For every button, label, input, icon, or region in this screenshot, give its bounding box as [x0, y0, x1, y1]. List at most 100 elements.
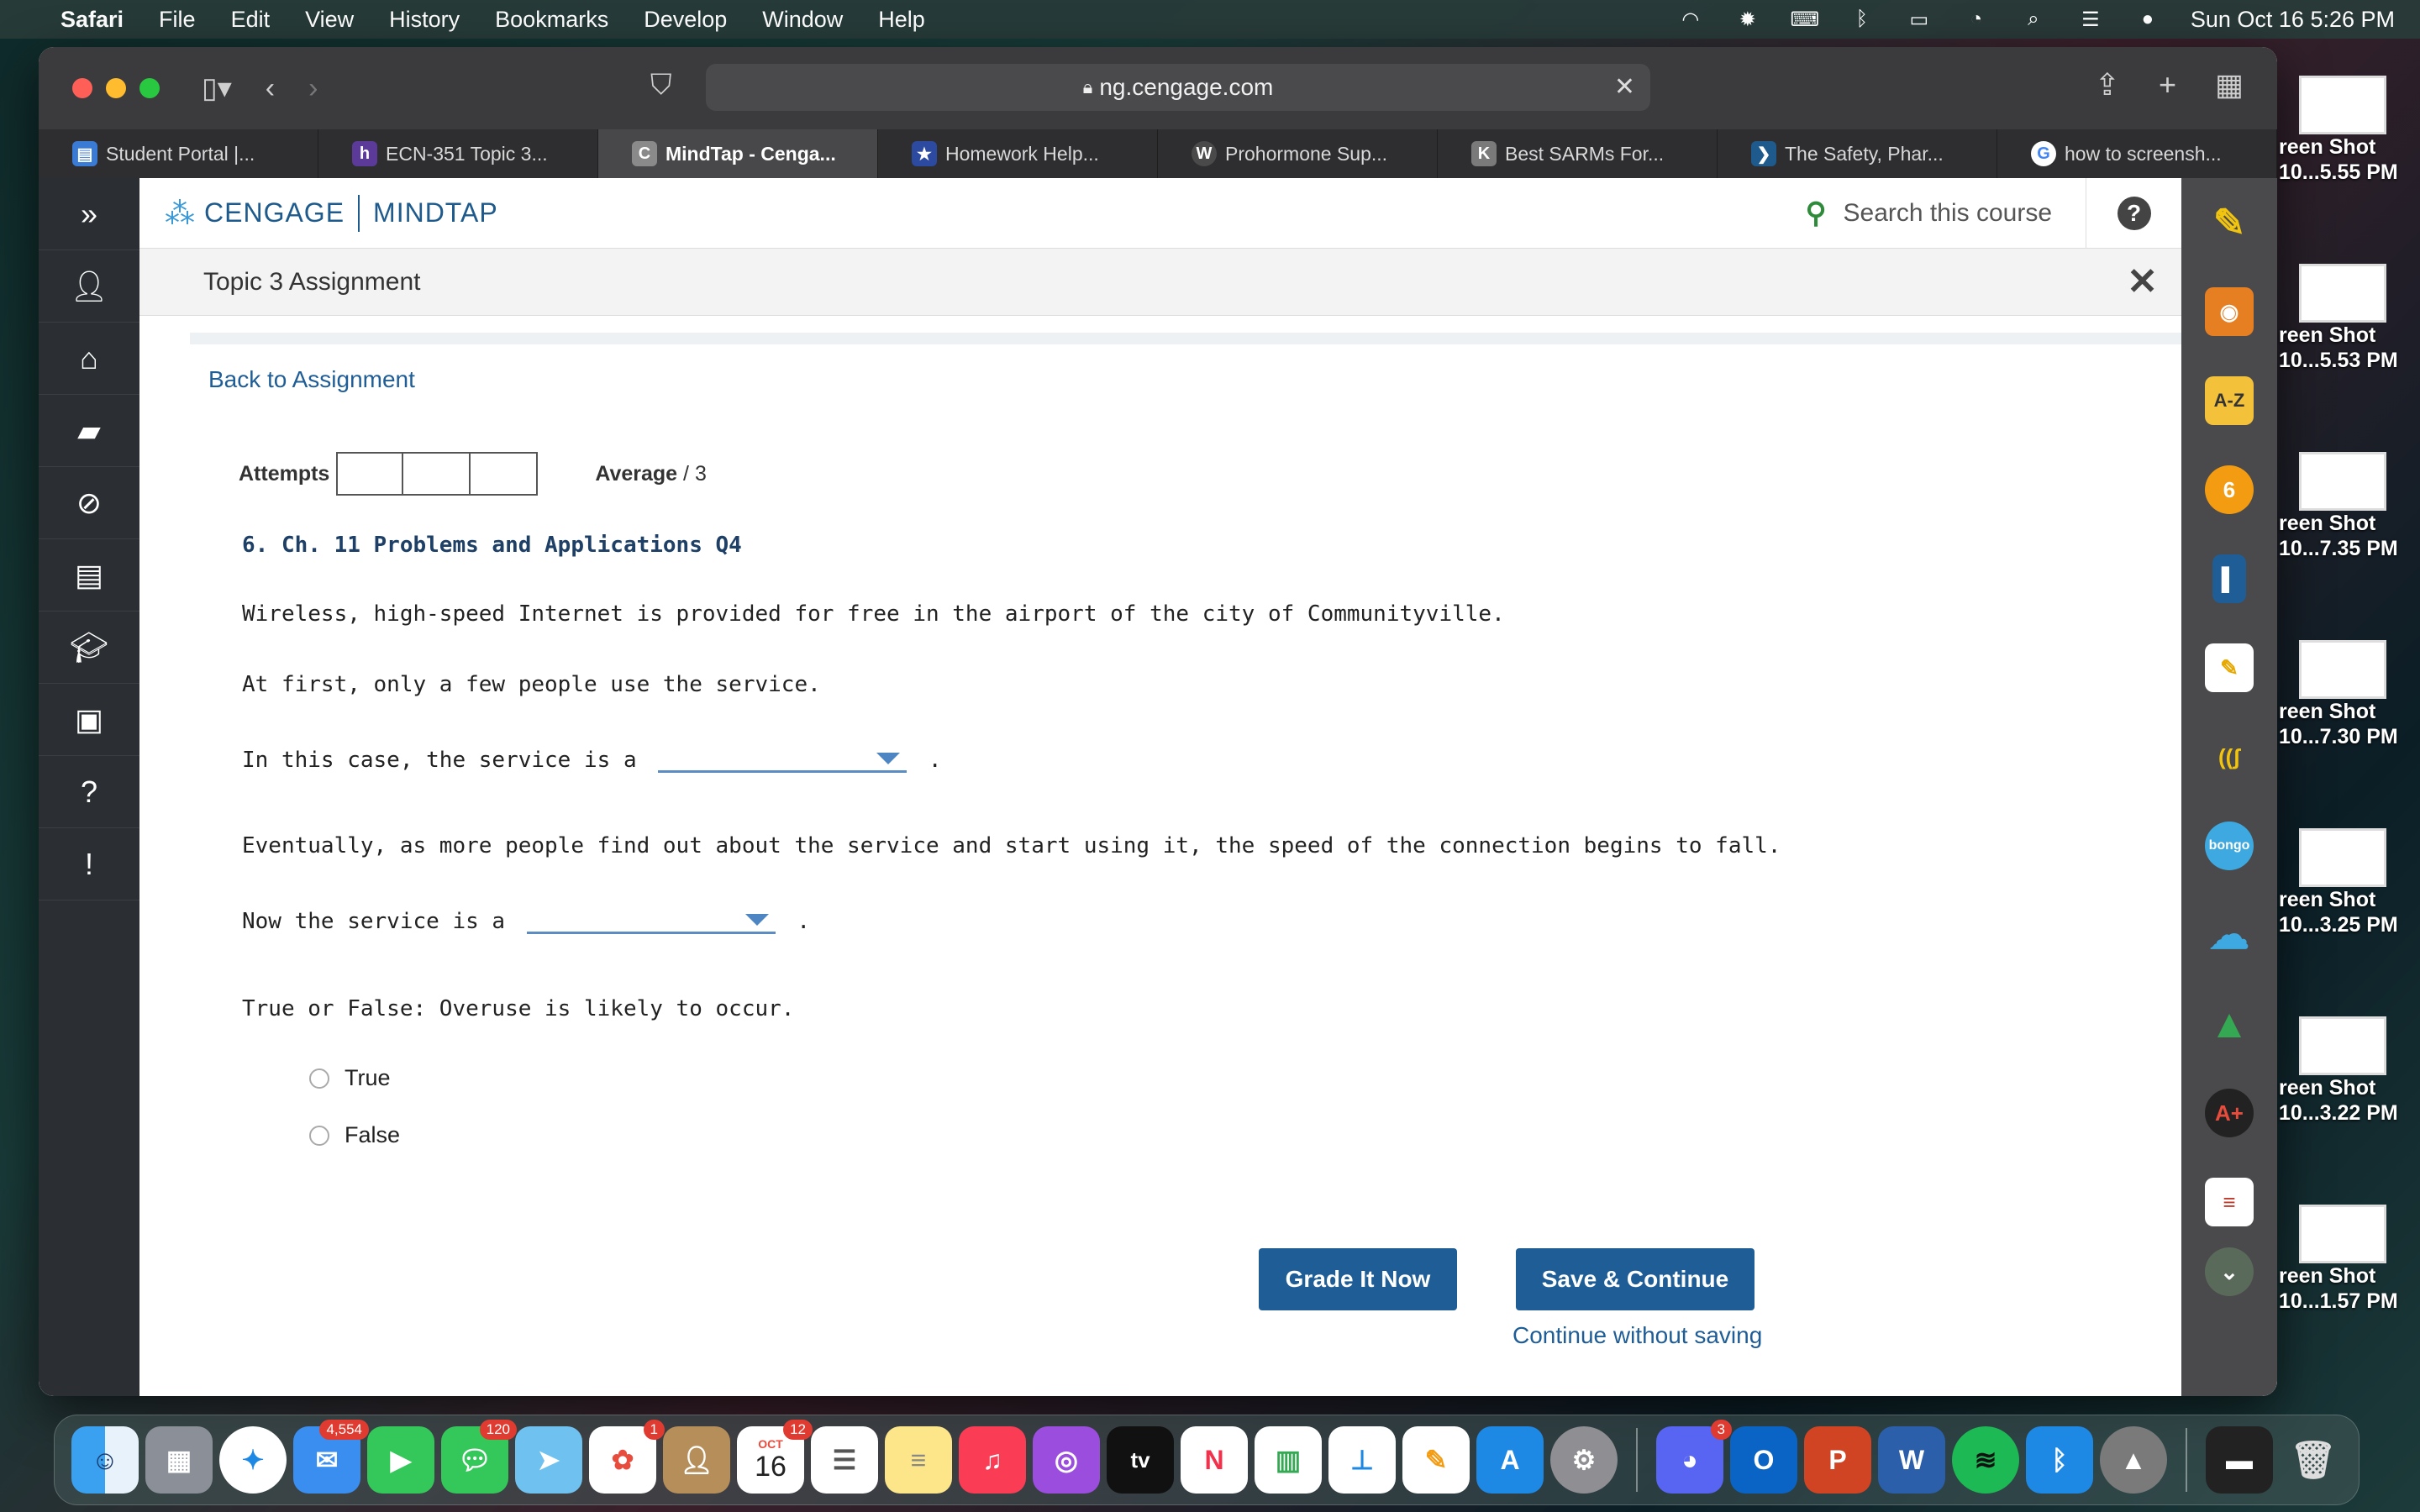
user-icon[interactable]: 👤︎: [39, 250, 139, 323]
help-button[interactable]: ?: [2086, 178, 2181, 249]
clear-url-icon[interactable]: ✕: [1614, 72, 1635, 102]
mountain-icon[interactable]: ▲: [2100, 1426, 2167, 1494]
facetime-icon[interactable]: ▶: [367, 1426, 434, 1494]
reminders-icon[interactable]: ☰: [811, 1426, 878, 1494]
launchpad-icon[interactable]: ▦: [145, 1426, 213, 1494]
safari-icon[interactable]: ✦: [219, 1426, 287, 1494]
tab-safety-phar[interactable]: ❯ The Safety, Phar...: [1718, 129, 1997, 178]
numbers-icon[interactable]: ▥: [1255, 1426, 1322, 1494]
sidebar-toggle-icon[interactable]: ▯▾: [202, 71, 232, 105]
siri-icon[interactable]: ●: [2133, 8, 2162, 30]
google-drive-app[interactable]: ▲: [2181, 979, 2277, 1068]
maps-icon[interactable]: ➤: [515, 1426, 582, 1494]
menu-clock[interactable]: Sun Oct 16 5:26 PM: [2191, 7, 2395, 33]
mail-icon[interactable]: ✉ 4,554: [293, 1420, 369, 1494]
continue-without-saving-link[interactable]: Continue without saving: [1512, 1322, 1762, 1349]
home-icon[interactable]: ⌂: [39, 323, 139, 395]
option-false[interactable]: False: [309, 1122, 400, 1148]
keynote-icon[interactable]: ⊥: [1328, 1426, 1396, 1494]
zoom-window-button[interactable]: [139, 78, 160, 98]
powerpoint-icon[interactable]: P: [1804, 1426, 1871, 1494]
minimize-window-button[interactable]: [106, 78, 126, 98]
notes-app[interactable]: ✎: [2181, 623, 2277, 712]
service-type-dropdown-1[interactable]: [658, 744, 908, 773]
grade-it-now-button[interactable]: Grade It Now: [1259, 1248, 1457, 1310]
activity-icon[interactable]: ◠: [1676, 8, 1705, 31]
tab-student-portal[interactable]: ▤ Student Portal |...: [39, 129, 318, 178]
app-store-icon[interactable]: A: [1476, 1426, 1544, 1494]
aplus-app[interactable]: A+: [2181, 1068, 2277, 1158]
podcasts-icon[interactable]: ◎: [1033, 1426, 1100, 1494]
compass-icon[interactable]: ⊘: [39, 467, 139, 539]
tab-prohormone[interactable]: W Prohormone Sup...: [1158, 129, 1438, 178]
dictionary-app[interactable]: A-Z: [2181, 356, 2277, 445]
finder-icon[interactable]: ☺: [71, 1426, 139, 1494]
search-input[interactable]: Search this course: [1844, 199, 2052, 228]
menu-window[interactable]: Window: [762, 7, 843, 33]
tab-ecn-351[interactable]: h ECN-351 Topic 3...: [318, 129, 598, 178]
pencil-app[interactable]: ✎: [2181, 178, 2277, 267]
desktop-screenshot-file[interactable]: reen Shot 10...3.22 PM: [2279, 1016, 2420, 1126]
ebook-app[interactable]: ▌: [2181, 534, 2277, 623]
news-icon[interactable]: N: [1181, 1426, 1248, 1494]
desktop-screenshot-file[interactable]: reen Shot 10...7.35 PM: [2279, 452, 2420, 561]
downloads-folder-icon[interactable]: ▬: [2206, 1426, 2273, 1494]
outlook-icon[interactable]: O: [1730, 1426, 1797, 1494]
pages-icon[interactable]: ✎: [1402, 1426, 1470, 1494]
flashcards-app[interactable]: ≡: [2181, 1158, 2277, 1247]
new-tab-icon[interactable]: +: [2159, 67, 2176, 102]
service-type-dropdown-2[interactable]: [526, 906, 776, 934]
calendar-icon[interactable]: OCT 16 12: [737, 1420, 813, 1494]
notebook-icon[interactable]: ▰: [39, 395, 139, 467]
close-icon[interactable]: ✕: [2127, 260, 2158, 303]
forward-arrow-icon[interactable]: ›: [308, 72, 318, 105]
menu-edit[interactable]: Edit: [231, 7, 271, 33]
word-icon[interactable]: W: [1878, 1426, 1945, 1494]
bluetooth-icon[interactable]: ᛒ: [2026, 1426, 2093, 1494]
back-arrow-icon[interactable]: ‹: [266, 72, 275, 105]
tab-overview-icon[interactable]: ▦: [2215, 67, 2244, 102]
rss-app[interactable]: ◉: [2181, 267, 2277, 356]
radio-button[interactable]: [309, 1068, 329, 1089]
desktop-screenshot-file[interactable]: reen Shot 10...3.25 PM: [2279, 828, 2420, 937]
menu-history[interactable]: History: [389, 7, 460, 33]
apple-tv-icon[interactable]: tv: [1107, 1426, 1174, 1494]
menu-help[interactable]: Help: [878, 7, 925, 33]
system-preferences-icon[interactable]: ⚙: [1550, 1426, 1618, 1494]
tab-how-to-screenshot[interactable]: Ghow to screensh...: [1997, 129, 2277, 178]
expand-nav-icon[interactable]: »: [39, 178, 139, 250]
wifi-icon[interactable]: ◔: [1962, 8, 1991, 30]
address-bar[interactable]: 🔒︎ ng.cengage.com ✕: [706, 64, 1650, 111]
bluetooth-icon[interactable]: ᛒ: [1848, 8, 1876, 30]
menu-file[interactable]: File: [159, 7, 196, 33]
graduation-cap-icon[interactable]: 🎓︎: [39, 612, 139, 684]
bongo-app[interactable]: bongo: [2181, 801, 2277, 890]
more-apps-button[interactable]: ⌄: [2181, 1247, 2277, 1297]
cengage-mindtap-logo[interactable]: ⁂ CENGAGE MINDTAP: [165, 194, 498, 232]
tab-mindtap[interactable]: C MindTap - Cenga...: [598, 129, 878, 178]
desktop-screenshot-file[interactable]: reen Shot 10...1.57 PM: [2279, 1205, 2420, 1314]
keyboard-icon[interactable]: ⌨: [1791, 8, 1820, 31]
tab-homework-help[interactable]: ★ Homework Help...: [878, 129, 1158, 178]
cengage-6-app[interactable]: 6: [2181, 445, 2277, 534]
menu-app-name[interactable]: Safari: [60, 7, 124, 33]
back-to-assignment-link[interactable]: Back to Assignment: [208, 366, 415, 393]
notes-icon[interactable]: ≡: [885, 1426, 952, 1494]
battery-icon[interactable]: ▭: [1905, 8, 1933, 31]
brightness-icon[interactable]: ✹: [1733, 8, 1762, 31]
desktop-screenshot-file[interactable]: reen Shot 10...7.30 PM: [2279, 640, 2420, 749]
briefcase-icon[interactable]: ▣: [39, 684, 139, 756]
privacy-shield-icon[interactable]: ⛉: [650, 69, 672, 102]
save-and-continue-button[interactable]: Save & Continue: [1516, 1248, 1754, 1310]
menu-develop[interactable]: Develop: [644, 7, 727, 33]
messages-icon[interactable]: 💬︎ 120: [441, 1420, 517, 1494]
radio-button[interactable]: [309, 1125, 329, 1146]
spotify-icon[interactable]: ≋: [1952, 1426, 2019, 1494]
share-icon[interactable]: ⇪: [2095, 67, 2120, 102]
discord-icon[interactable]: ◕ 3: [1656, 1420, 1732, 1494]
readspeaker-app[interactable]: ((ʃ: [2181, 712, 2277, 801]
music-icon[interactable]: ♫: [959, 1426, 1026, 1494]
feedback-icon[interactable]: !: [39, 828, 139, 900]
tab-best-sarms[interactable]: K Best SARMs For...: [1438, 129, 1718, 178]
option-true[interactable]: True: [309, 1065, 391, 1091]
